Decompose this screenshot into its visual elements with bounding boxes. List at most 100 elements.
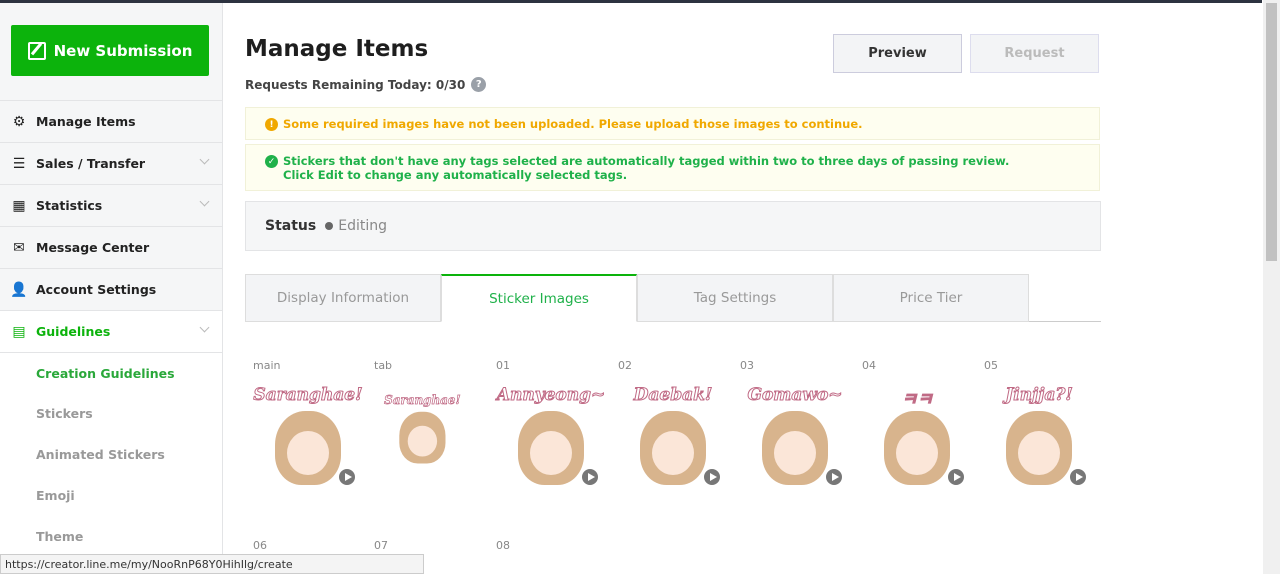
request-button[interactable]: Request: [970, 34, 1099, 73]
sidebar-subitem-emoji[interactable]: Emoji: [0, 475, 222, 516]
play-icon[interactable]: [580, 467, 600, 487]
play-icon[interactable]: [702, 467, 722, 487]
info-text-line2: Click Edit to change any automatically s…: [283, 168, 628, 182]
character-face: [275, 411, 341, 485]
info-alert: ✓ Stickers that don't have any tags sele…: [245, 144, 1100, 191]
sticker-lettering: Saranghae!: [253, 385, 363, 406]
edit-icon: [27, 41, 46, 60]
sticker-image[interactable]: Daebak!: [618, 379, 728, 494]
sticker-cell[interactable]: 05 Jinjja?!: [984, 359, 1094, 487]
status-label: Status: [265, 218, 317, 234]
help-icon[interactable]: ?: [471, 77, 487, 92]
play-icon[interactable]: [946, 467, 966, 487]
warning-icon: !: [265, 118, 278, 131]
sticker-label: 06: [253, 539, 267, 552]
status-panel: Status Editing: [245, 201, 1101, 251]
tab-price-tier[interactable]: Price Tier: [833, 274, 1029, 322]
sticker-cell[interactable]: 08: [496, 539, 606, 552]
sticker-lettering: ㅋㅋ: [901, 390, 933, 411]
sidebar-item-account-settings[interactable]: 👤 Account Settings: [0, 268, 222, 310]
database-icon: ☰: [12, 155, 26, 172]
warning-text: Some required images have not been uploa…: [283, 117, 863, 131]
status-dot-icon: [325, 222, 334, 230]
sidebar-subitem-animated-stickers[interactable]: Animated Stickers: [0, 434, 222, 475]
character-face: [640, 411, 706, 485]
gear-icon: ⚙: [12, 113, 26, 130]
check-circle-icon: ✓: [265, 155, 278, 168]
sidebar: New Submission ⚙ Manage Items ☰ Sales / Tr…: [0, 3, 223, 574]
sticker-label: 05: [984, 359, 998, 372]
character-face: [884, 411, 950, 485]
scrollbar-thumb[interactable]: [1266, 3, 1277, 261]
sidebar-item-guidelines[interactable]: ▤ Guidelines: [0, 310, 222, 352]
sidebar-item-label: Manage Items: [36, 114, 136, 129]
sticker-image[interactable]: Annyeong~: [496, 379, 606, 494]
user-icon: 👤: [10, 281, 28, 298]
sticker-label: 08: [496, 539, 510, 552]
sticker-label: 07: [374, 539, 388, 552]
sticker-label: 01: [496, 359, 510, 372]
bar-chart-icon: ▦: [12, 197, 26, 214]
sticker-image[interactable]: Saranghae!: [253, 379, 363, 494]
character-face: [399, 411, 446, 464]
sticker-lettering: Jinjja?!: [1005, 385, 1074, 406]
sticker-cell[interactable]: 02 Daebak!: [618, 359, 728, 487]
sticker-cell[interactable]: main Saranghae!: [253, 359, 363, 487]
character-face: [1006, 411, 1072, 485]
play-icon[interactable]: [337, 467, 357, 487]
sticker-image[interactable]: Saranghae!: [384, 389, 461, 470]
sticker-lettering: Daebak!: [633, 385, 713, 406]
sidebar-subitem-stickers[interactable]: Stickers: [0, 393, 222, 434]
chevron-down-icon: [199, 196, 210, 207]
warning-alert: ! Some required images have not been upl…: [245, 107, 1100, 140]
sticker-lettering: Gomawo~: [747, 385, 843, 406]
tab-tag-settings[interactable]: Tag Settings: [637, 274, 833, 322]
sticker-label: 02: [618, 359, 632, 372]
tab-sticker-images[interactable]: Sticker Images: [441, 274, 637, 322]
chevron-down-icon: [199, 322, 210, 333]
sticker-label: 04: [862, 359, 876, 372]
tab-display-information[interactable]: Display Information: [245, 274, 441, 322]
chevron-down-icon: [199, 154, 210, 165]
browser-status-url: https://creator.line.me/my/NooRnP68Y0Hih…: [0, 554, 424, 574]
sticker-lettering: Annyeong~: [496, 385, 606, 406]
sticker-image[interactable]: Gomawo~: [740, 379, 850, 494]
sidebar-item-label: Sales / Transfer: [36, 156, 146, 171]
sticker-cell[interactable]: 07: [374, 539, 484, 552]
sticker-label: main: [253, 359, 281, 372]
document-icon: ▤: [12, 323, 26, 340]
play-icon[interactable]: [824, 467, 844, 487]
new-submission-button[interactable]: New Submission: [11, 25, 209, 76]
sidebar-subitem-theme[interactable]: Theme: [0, 516, 222, 557]
sticker-cell[interactable]: 06: [253, 539, 363, 552]
info-text-line1: Stickers that don't have any tags select…: [283, 154, 1010, 168]
tab-bar: Display Information Sticker Images Tag S…: [245, 274, 1101, 322]
play-icon[interactable]: [1068, 467, 1088, 487]
envelope-icon: ✉: [13, 239, 25, 256]
sticker-cell[interactable]: tab Saranghae!: [374, 359, 484, 464]
sidebar-subitem-creation-guidelines[interactable]: Creation Guidelines: [0, 352, 222, 393]
sidebar-item-statistics[interactable]: ▦ Statistics: [0, 184, 222, 226]
status-badge: Editing: [338, 218, 387, 234]
sticker-cell[interactable]: 04 ㅋㅋ: [862, 359, 972, 487]
sticker-label: 03: [740, 359, 754, 372]
character-face: [518, 411, 584, 485]
sidebar-item-message-center[interactable]: ✉ Message Center: [0, 226, 222, 268]
sidebar-item-manage-items[interactable]: ⚙ Manage Items: [0, 100, 222, 142]
sidebar-item-label: Guidelines: [36, 324, 111, 339]
scrollbar[interactable]: [1263, 0, 1280, 574]
sticker-label: tab: [374, 359, 393, 372]
sidebar-nav: ⚙ Manage Items ☰ Sales / Transfer ▦ Statist…: [0, 100, 222, 557]
page-title: Manage Items: [245, 36, 429, 62]
sticker-cell[interactable]: 03 Gomawo~: [740, 359, 850, 487]
sidebar-item-label: Statistics: [36, 198, 103, 213]
sticker-image[interactable]: ㅋㅋ: [862, 379, 972, 494]
sticker-image[interactable]: Jinjja?!: [984, 379, 1094, 494]
sidebar-item-label: Account Settings: [36, 282, 157, 297]
sticker-cell[interactable]: 01 Annyeong~: [496, 359, 606, 487]
new-submission-label: New Submission: [53, 41, 193, 60]
requests-remaining: Requests Remaining Today: 0/30?: [245, 77, 487, 92]
preview-button[interactable]: Preview: [833, 34, 962, 73]
sidebar-item-label: Message Center: [36, 240, 150, 255]
sidebar-item-sales-transfer[interactable]: ☰ Sales / Transfer: [0, 142, 222, 184]
